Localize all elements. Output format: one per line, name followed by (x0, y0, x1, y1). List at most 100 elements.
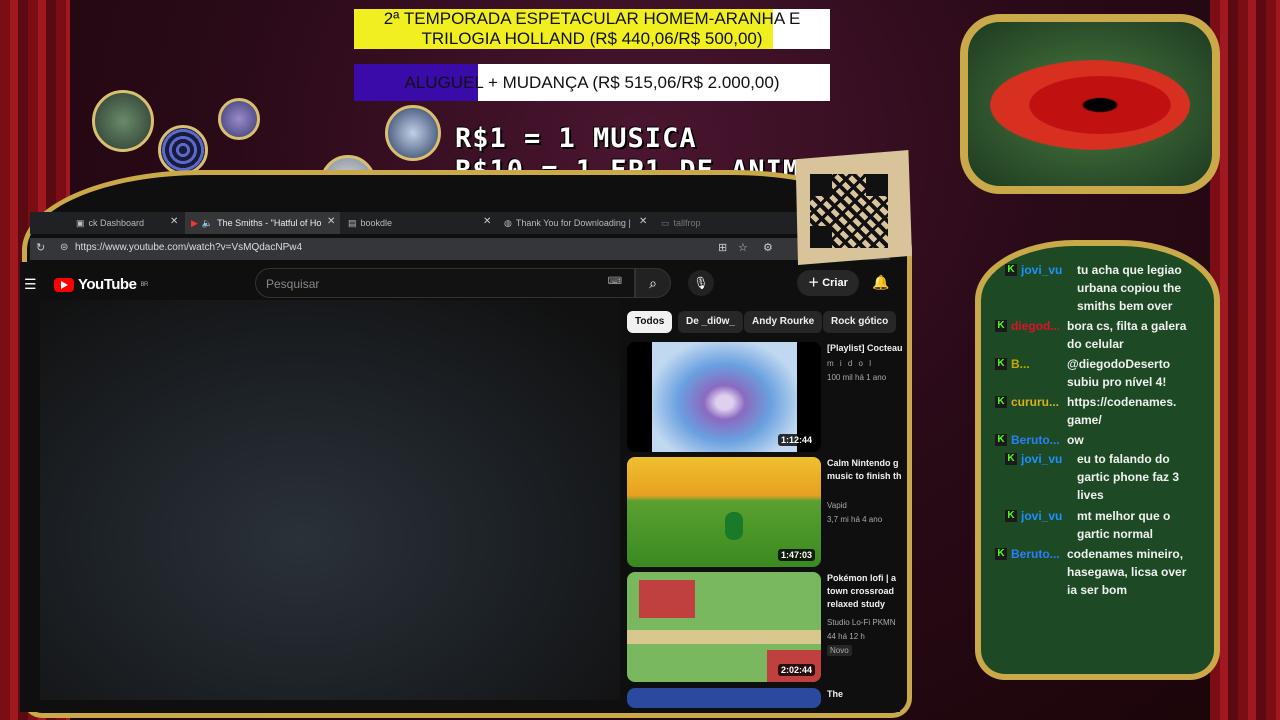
qr-code-icon (810, 174, 888, 248)
close-tab-icon[interactable]: ✕ (639, 216, 647, 227)
tab-label: Thank You for Downloading | (515, 218, 631, 228)
close-tab-icon[interactable]: ✕ (327, 216, 335, 227)
dashboard-icon: ▣ (76, 217, 85, 228)
tab-label: ck Dashboard (88, 218, 145, 228)
chat-text: ow (1067, 433, 1084, 447)
chat-message: K Beruto... codenames mineiro, hasegawa, l… (995, 545, 1187, 599)
thumbnail-image (652, 342, 797, 452)
chat-text: tu acha que legiao urbana copiou the smi… (1077, 263, 1182, 313)
chat-message: Kjovi_vu mt melhor que o gartic normal (1005, 507, 1197, 543)
video-title[interactable]: Calm Nintendo g music to finish th (827, 457, 902, 485)
site-info-icon[interactable]: ⊜ (60, 242, 68, 253)
chat-username[interactable]: cururu... (1011, 393, 1059, 429)
video-title[interactable]: Pokémon lofi | a town crossroad relaxed … (827, 572, 902, 614)
chat-text: @diegodoDeserto subiu pro nível 4! (1067, 357, 1171, 389)
youtube-logo[interactable]: YouTube BR (54, 276, 148, 293)
tab-thank-you[interactable]: ◍ Thank You for Downloading | (498, 212, 648, 234)
video-thumbnail-3[interactable]: 2:02:44 (627, 572, 821, 682)
url-text[interactable]: https://www.youtube.com/watch?v=VsMQdacN… (75, 242, 302, 253)
video-meta: 3,7 mi há 4 ano (827, 515, 883, 524)
kick-badge-icon: K (995, 548, 1007, 560)
voice-search-button[interactable]: 🎙 (688, 270, 714, 296)
region-code: BR (140, 281, 148, 288)
chat-message: Kjovi_vu eu to falando do gartic phone fa… (1005, 450, 1197, 504)
red-eye-icon (990, 60, 1190, 150)
tab-label: The Smiths - "Hatful of Ho (217, 218, 322, 228)
close-tab-icon[interactable]: ✕ (170, 216, 178, 227)
chat-username[interactable]: jovi_vu (1021, 507, 1069, 543)
globe-icon: ◍ (504, 217, 512, 228)
menu-icon[interactable]: ☰ (24, 276, 37, 293)
video-meta: 100 mil há 1 ano (827, 373, 887, 382)
extensions-icon[interactable]: ⚙ (763, 241, 773, 254)
chat-text: mt melhor que o gartic normal (1077, 509, 1171, 541)
bookmark-star-icon[interactable]: ☆ (738, 241, 748, 254)
kick-badge-icon: K (995, 396, 1007, 408)
video-channel[interactable]: Vapid (827, 500, 902, 512)
page-icon: ▭ (661, 217, 670, 228)
youtube-logo-text: YouTube (78, 276, 137, 293)
video-thumbnail-4[interactable] (627, 688, 821, 708)
video-duration: 2:02:44 (777, 664, 815, 676)
microphone-icon: 🎙 (693, 276, 709, 290)
keyboard-icon[interactable]: ⌨ (608, 276, 622, 287)
chat-text: eu to falando do gartic phone faz 3 live… (1077, 452, 1180, 502)
chat-message: K Beruto... ow (995, 431, 1187, 449)
video-meta: 44 há 12 h (827, 632, 865, 641)
video-channel[interactable]: m i d o l (827, 358, 902, 370)
chip-gothic-rock[interactable]: Rock gótico (823, 311, 897, 333)
search-icon: ⌕ (649, 275, 657, 291)
tab-label: bookdle (360, 218, 393, 228)
tab-bookdle[interactable]: ▤ bookdle (342, 212, 492, 234)
chat-message: Kcururu... https://codenames. game/ (995, 393, 1187, 429)
goal-bar-1: 2ª TEMPORADA ESPETACULAR HOMEM-ARANHA E … (354, 9, 830, 49)
tab-tallfrop[interactable]: ▭ tallfrop (655, 212, 755, 234)
chat-text: codenames mineiro, hasegawa, licsa over … (1067, 547, 1187, 597)
donation-rule-1: R$1 = 1 MUSICA (455, 123, 697, 154)
kick-badge-icon: K (1005, 453, 1017, 465)
speaker-icon[interactable]: 🔈 (202, 218, 213, 229)
chat-message: K B... @diegodoDeserto subiu pro nível 4! (995, 355, 1187, 391)
video-thumbnail-1[interactable]: 1:12:44 (627, 342, 821, 452)
video-title[interactable]: [Playlist] Cocteau (827, 342, 902, 355)
youtube-play-icon (54, 277, 74, 292)
chat-text: bora cs, filta a galera do celular (1067, 319, 1187, 351)
chip-all[interactable]: Todos (627, 311, 673, 333)
chat-username[interactable]: Beruto... (1011, 545, 1059, 599)
avatar-orb-icon (92, 90, 154, 152)
youtube-icon: ▶ (191, 217, 198, 228)
chip-from-uploader[interactable]: De _di0w_ (678, 311, 743, 333)
qr-code-scroll (795, 150, 912, 265)
video-channel[interactable]: Studio Lo-Fi PKMN (827, 617, 902, 629)
chat-username[interactable]: jovi_vu (1021, 450, 1069, 504)
kick-badge-icon: K (995, 358, 1007, 370)
kick-badge-icon: K (995, 320, 1007, 332)
star-orb-icon (218, 98, 260, 140)
video-thumbnail-2[interactable]: 1:47:03 (627, 457, 821, 567)
video-duration: 1:47:03 (777, 549, 815, 561)
tab-youtube[interactable]: ▶ 🔈 The Smiths - "Hatful of Ho (185, 212, 340, 234)
chat-username[interactable]: B... (1011, 355, 1059, 391)
install-app-icon[interactable]: ⊞ (718, 241, 727, 254)
video-title[interactable]: The (827, 688, 902, 701)
chat-message: Kjovi_vu tu acha que legiao urbana copiou… (1005, 261, 1197, 315)
kick-badge-icon: K (1005, 264, 1017, 276)
close-tab-icon[interactable]: ✕ (483, 216, 491, 227)
right-curtain (1210, 0, 1280, 720)
reload-icon[interactable]: ↻ (36, 241, 45, 254)
search-button[interactable]: ⌕ (635, 268, 671, 298)
goal-2-text: ALUGUEL + MUDANÇA (R$ 515,06/R$ 2.000,00… (404, 73, 780, 92)
plus-icon: ＋ (808, 277, 820, 289)
chat-username[interactable]: jovi_vu (1021, 261, 1069, 315)
search-input[interactable]: Pesquisar ⌨ (255, 268, 635, 298)
create-button[interactable]: ＋ Criar (797, 270, 859, 296)
chat-username[interactable]: Beruto... (1011, 431, 1059, 449)
notifications-bell-icon[interactable]: 🔔 (872, 274, 889, 291)
chip-andy-rourke[interactable]: Andy Rourke (744, 311, 823, 333)
chat-username[interactable]: diegod... (1011, 317, 1059, 353)
goal-bar-2: ALUGUEL + MUDANÇA (R$ 515,06/R$ 2.000,00… (354, 64, 830, 101)
kick-badge-icon: K (995, 434, 1007, 446)
video-player[interactable] (40, 300, 620, 700)
chat-message: Kdiegod... bora cs, filta a galera do cel… (995, 317, 1187, 353)
thumbnail-path (627, 630, 821, 644)
